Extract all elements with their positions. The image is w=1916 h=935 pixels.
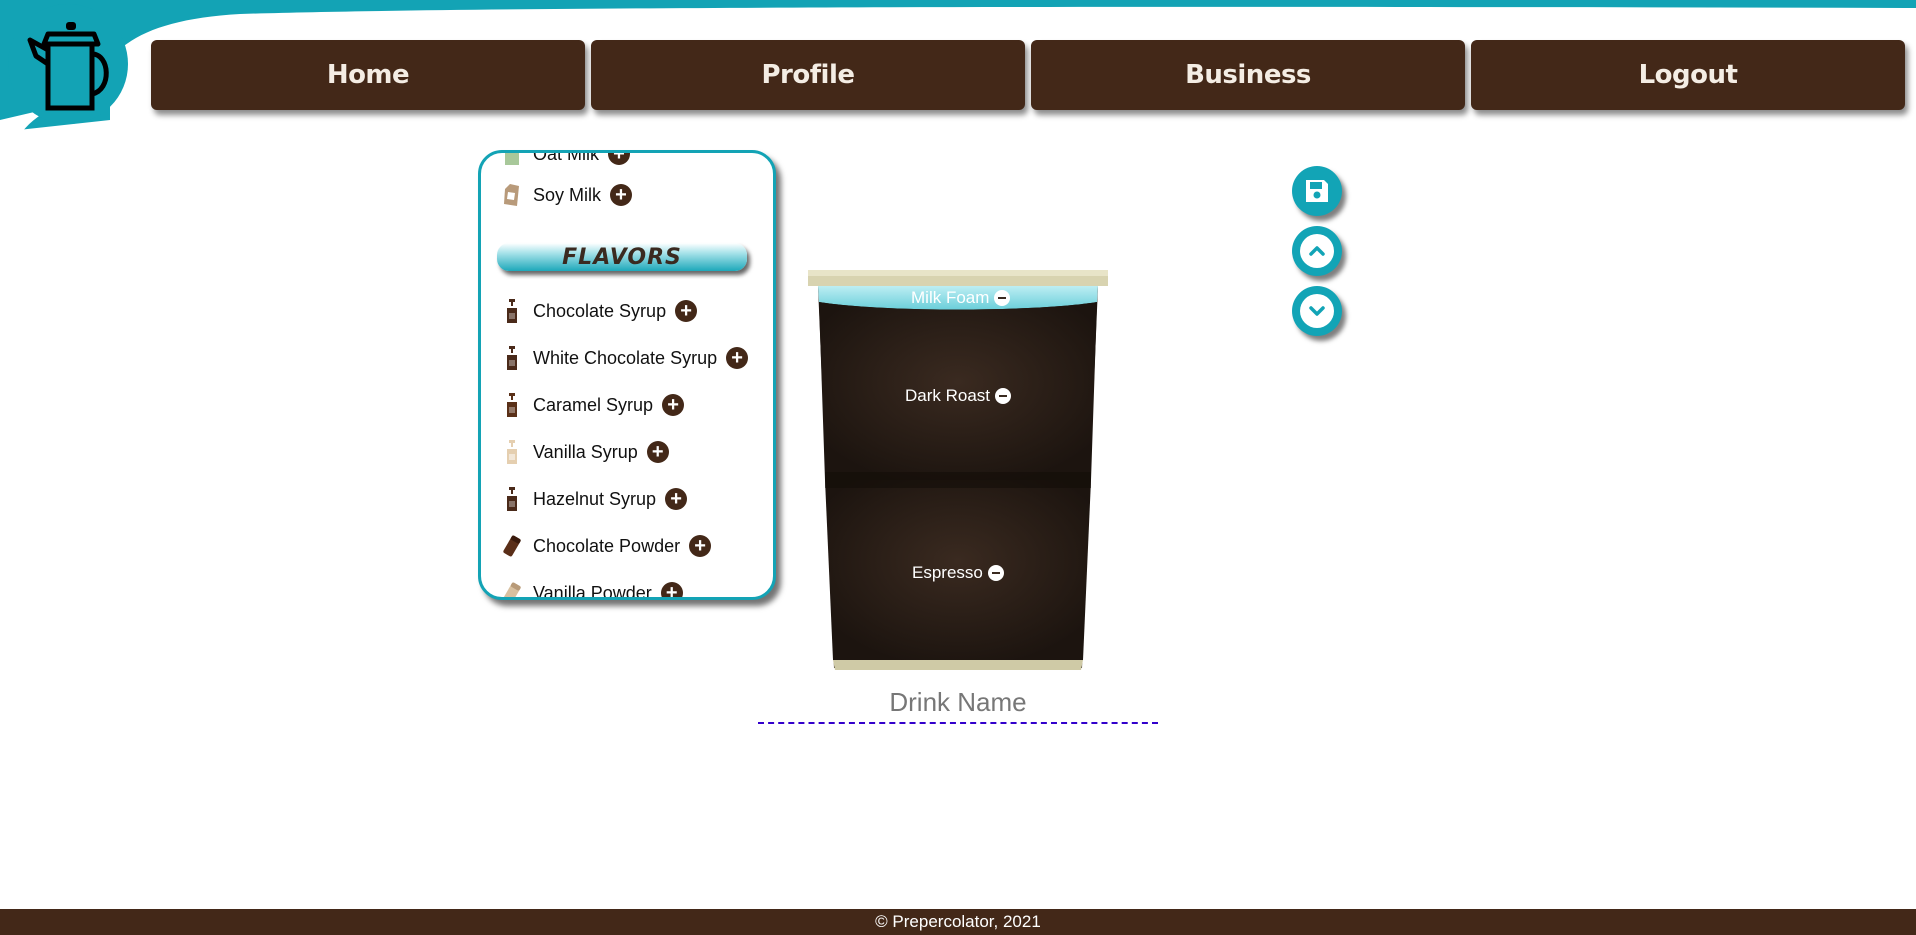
ingredient-caramel-syrup[interactable]: Caramel Syrup +: [501, 390, 685, 420]
syrup-bottle-icon: [501, 485, 523, 513]
footer-copyright: © Prepercolator, 2021: [875, 912, 1041, 931]
nav-home[interactable]: Home: [151, 40, 585, 110]
ingredient-panel[interactable]: Oat Milk + Soy Milk + FLAVORS Chocolate …: [478, 150, 776, 600]
add-ingredient-button[interactable]: +: [675, 300, 698, 322]
remove-layer-button[interactable]: [987, 565, 1004, 581]
ingredient-label: Chocolate Syrup: [533, 300, 667, 321]
powder-shaker-icon: [501, 579, 523, 597]
chevron-down-icon: [1309, 306, 1325, 316]
nav-home-label: Home: [326, 60, 410, 90]
nav-business-button[interactable]: Business: [1031, 40, 1465, 110]
ingredient-label: White Chocolate Syrup: [533, 347, 718, 368]
remove-layer-button[interactable]: [994, 290, 1011, 306]
cup-layer-espresso: Espresso: [912, 563, 1004, 583]
syrup-bottle-icon: [501, 391, 523, 419]
ingredient-white-chocolate-syrup[interactable]: White Chocolate Syrup +: [501, 343, 749, 373]
remove-layer-button[interactable]: [995, 388, 1012, 404]
add-ingredient-button[interactable]: +: [608, 153, 631, 165]
ingredient-oat-milk[interactable]: Oat Milk +: [501, 150, 631, 169]
main-nav: Home Profile Business Logout: [151, 40, 1905, 110]
powder-shaker-icon: [501, 532, 523, 560]
chevron-up-icon: [1309, 246, 1325, 256]
add-ingredient-button[interactable]: +: [660, 582, 683, 597]
nav-logout-button[interactable]: Logout: [1471, 40, 1905, 110]
layer-label: Espresso: [912, 563, 983, 582]
flavors-heading: FLAVORS: [497, 243, 747, 271]
syrup-bottle-icon: [501, 344, 523, 372]
cup-layer-milk-foam: Milk Foam: [911, 288, 1011, 308]
move-layer-up-button[interactable]: [1292, 226, 1342, 276]
layer-label: Milk Foam: [911, 288, 990, 307]
ingredient-hazelnut-syrup[interactable]: Hazelnut Syrup +: [501, 484, 688, 514]
add-ingredient-button[interactable]: +: [726, 347, 749, 369]
nav-business-label: Business: [1185, 60, 1311, 90]
add-ingredient-button[interactable]: +: [610, 184, 633, 206]
nav-home-button[interactable]: Home: [151, 40, 585, 110]
nav-profile-button[interactable]: Profile: [591, 40, 1025, 110]
ingredient-soy-milk[interactable]: Soy Milk +: [501, 180, 633, 210]
cup-illustration: [808, 270, 1108, 670]
nav-profile-label: Profile: [761, 60, 855, 90]
save-drink-button[interactable]: [1292, 166, 1342, 216]
syrup-bottle-icon: [501, 297, 523, 325]
nav-business[interactable]: Business: [1031, 40, 1465, 110]
app-logo[interactable]: [0, 0, 130, 132]
ingredient-label: Vanilla Syrup: [533, 441, 638, 462]
ingredient-label: Caramel Syrup: [533, 394, 654, 415]
syrup-bottle-icon: [501, 438, 523, 466]
ingredient-label: Hazelnut Syrup: [533, 488, 657, 509]
nav-logout-label: Logout: [1638, 60, 1738, 90]
cup-layer-dark-roast: Dark Roast: [905, 386, 1012, 406]
ingredient-chocolate-powder[interactable]: Chocolate Powder +: [501, 531, 712, 561]
ingredient-vanilla-powder[interactable]: Vanilla Powder +: [501, 578, 683, 600]
drink-name-input[interactable]: [758, 682, 1158, 724]
ingredient-label: Vanilla Powder: [533, 582, 652, 600]
ingredient-label: Soy Milk: [533, 184, 602, 205]
add-ingredient-button[interactable]: +: [646, 441, 669, 463]
layer-label: Dark Roast: [905, 386, 991, 405]
ingredient-label: Oat Milk: [533, 150, 600, 164]
add-ingredient-button[interactable]: +: [689, 535, 712, 557]
nav-logout[interactable]: Logout: [1471, 40, 1905, 110]
footer: © Prepercolator, 2021: [0, 909, 1916, 935]
ingredient-label: Chocolate Powder: [533, 535, 681, 556]
nav-profile[interactable]: Profile: [591, 40, 1025, 110]
milk-carton-icon: [501, 181, 523, 209]
drink-cup: Milk Foam Dark Roast Espresso: [806, 268, 1110, 676]
ingredient-vanilla-syrup[interactable]: Vanilla Syrup +: [501, 437, 669, 467]
save-icon: [1306, 180, 1328, 202]
milk-carton-icon: [501, 153, 523, 168]
add-ingredient-button[interactable]: +: [665, 488, 688, 510]
ingredient-chocolate-syrup[interactable]: Chocolate Syrup +: [501, 296, 698, 326]
move-layer-down-button[interactable]: [1292, 286, 1342, 336]
coffee-pot-icon: [8, 4, 128, 124]
add-ingredient-button[interactable]: +: [662, 394, 685, 416]
